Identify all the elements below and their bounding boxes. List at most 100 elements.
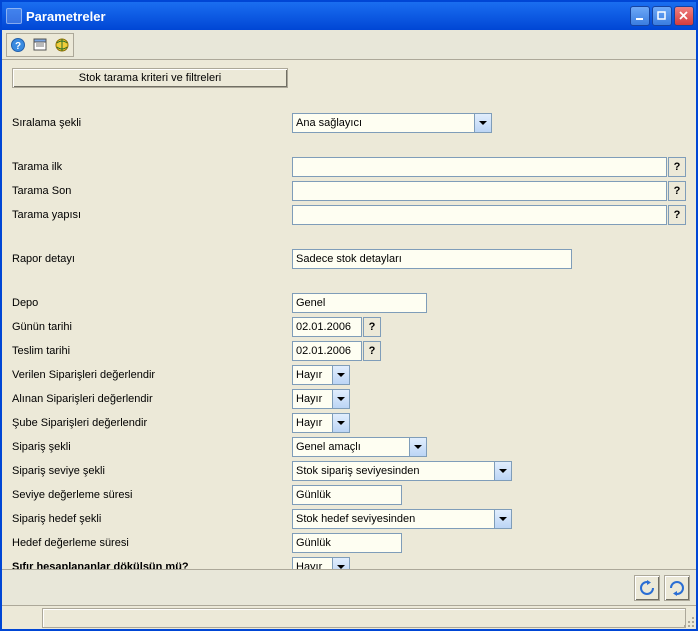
row-report-detail: Rapor detayı [12,248,686,270]
chevron-down-icon [494,510,511,528]
order-level-type-select[interactable]: Stok sipariş seviyesinden [292,461,512,481]
dump-zero-calc-value: Hayır [296,561,322,569]
dump-zero-calc-select[interactable]: Hayır [292,557,350,569]
minimize-icon [635,11,645,21]
row-delivery-date: Teslim tarihi ? [12,340,686,362]
order-type-value: Genel amaçlı [296,441,361,453]
row-target-eval-period: Hedef değerleme süresi [12,532,686,554]
window-buttons [630,6,694,26]
chevron-down-icon [332,390,349,408]
label-dump-zero-calc: Sıfır hesaplananlar dökülsün mü? [12,561,292,569]
minimize-button[interactable] [630,6,650,26]
lookup-icon: ? [674,161,681,173]
status-bar [2,605,696,629]
label-level-eval-period: Seviye değerleme süresi [12,489,292,501]
eval-received-orders-value: Hayır [296,393,322,405]
label-eval-branch-orders: Şube Siparişleri değerlendir [12,417,292,429]
label-target-eval-period: Hedef değerleme süresi [12,537,292,549]
form-body: Stok tarama kriteri ve filtreleri Sırala… [2,60,696,569]
toolbar-group: ? [6,33,74,57]
day-date-lookup-button[interactable]: ? [363,317,381,337]
status-panel [42,608,686,628]
properties-icon [32,37,48,53]
order-type-select[interactable]: Genel amaçlı [292,437,427,457]
help-tool-button[interactable]: ? [7,34,29,56]
chevron-down-icon [494,462,511,480]
delivery-date-lookup-button[interactable]: ? [363,341,381,361]
order-target-type-select[interactable]: Stok hedef seviyesinden [292,509,512,529]
window-title: Parametreler [26,9,630,24]
label-delivery-date: Teslim tarihi [12,345,292,357]
order-level-type-value: Stok sipariş seviyesinden [296,465,420,477]
maximize-button[interactable] [652,6,672,26]
label-eval-received-orders: Alınan Siparişleri değerlendir [12,393,292,405]
sort-order-value: Ana sağlayıcı [296,117,362,129]
label-report-detail: Rapor detayı [12,253,292,265]
undo-button[interactable] [664,575,690,601]
label-scan-first: Tarama ilk [12,161,292,173]
lookup-icon: ? [674,209,681,221]
delivery-date-input[interactable] [292,341,362,361]
eval-branch-orders-select[interactable]: Hayır [292,413,350,433]
window-frame: Parametreler ? St [0,0,698,631]
maximize-icon [657,11,667,21]
label-warehouse: Depo [12,297,292,309]
eval-given-orders-select[interactable]: Hayır [292,365,350,385]
scan-first-lookup-button[interactable]: ? [668,157,686,177]
scan-structure-input[interactable] [292,205,667,225]
titlebar: Parametreler [2,2,696,30]
row-scan-first: Tarama ilk ? [12,156,686,178]
label-eval-given-orders: Verilen Siparişleri değerlendir [12,369,292,381]
undo-icon [668,579,686,597]
scan-last-input[interactable] [292,181,667,201]
scan-filter-label: Stok tarama kriteri ve filtreleri [79,72,221,84]
row-eval-branch-orders: Şube Siparişleri değerlendir Hayır [12,412,686,434]
row-order-level-type: Sipariş seviye şekli Stok sipariş seviye… [12,460,686,482]
chevron-down-icon [409,438,426,456]
level-eval-period-input[interactable] [292,485,402,505]
row-day-date: Günün tarihi ? [12,316,686,338]
row-order-target-type: Sipariş hedef şekli Stok hedef seviyesin… [12,508,686,530]
scan-first-input[interactable] [292,157,667,177]
lookup-icon: ? [369,345,376,357]
scan-structure-lookup-button[interactable]: ? [668,205,686,225]
scan-last-lookup-button[interactable]: ? [668,181,686,201]
label-order-type: Sipariş şekli [12,441,292,453]
footer-bar [2,569,696,605]
label-order-target-type: Sipariş hedef şekli [12,513,292,525]
report-detail-input[interactable] [292,249,572,269]
target-eval-period-input[interactable] [292,533,402,553]
eval-given-orders-value: Hayır [296,369,322,381]
row-level-eval-period: Seviye değerleme süresi [12,484,686,506]
eval-received-orders-select[interactable]: Hayır [292,389,350,409]
resize-handle-icon[interactable] [680,613,694,627]
warehouse-input[interactable] [292,293,427,313]
order-target-type-value: Stok hedef seviyesinden [296,513,415,525]
row-eval-received-orders: Alınan Siparişleri değerlendir Hayır [12,388,686,410]
properties-tool-button[interactable] [29,34,51,56]
eval-branch-orders-value: Hayır [296,417,322,429]
chevron-down-icon [332,366,349,384]
row-dump-zero-calc: Sıfır hesaplananlar dökülsün mü? Hayır [12,556,686,569]
day-date-input[interactable] [292,317,362,337]
globe-icon [54,37,70,53]
row-scan-last: Tarama Son ? [12,180,686,202]
lookup-icon: ? [674,185,681,197]
chevron-down-icon [332,558,349,569]
close-button[interactable] [674,6,694,26]
refresh-icon [638,579,656,597]
row-sort-order: Sıralama şekli Ana sağlayıcı [12,112,686,134]
row-eval-given-orders: Verilen Siparişleri değerlendir Hayır [12,364,686,386]
refresh-button[interactable] [634,575,660,601]
label-scan-structure: Tarama yapısı [12,209,292,221]
row-scan-structure: Tarama yapısı ? [12,204,686,226]
label-day-date: Günün tarihi [12,321,292,333]
toolbar: ? [2,30,696,60]
globe-tool-button[interactable] [51,34,73,56]
sort-order-select[interactable]: Ana sağlayıcı [292,113,492,133]
svg-text:?: ? [15,41,21,52]
label-order-level-type: Sipariş seviye şekli [12,465,292,477]
help-icon: ? [10,37,26,53]
row-order-type: Sipariş şekli Genel amaçlı [12,436,686,458]
scan-filter-button[interactable]: Stok tarama kriteri ve filtreleri [12,68,288,88]
